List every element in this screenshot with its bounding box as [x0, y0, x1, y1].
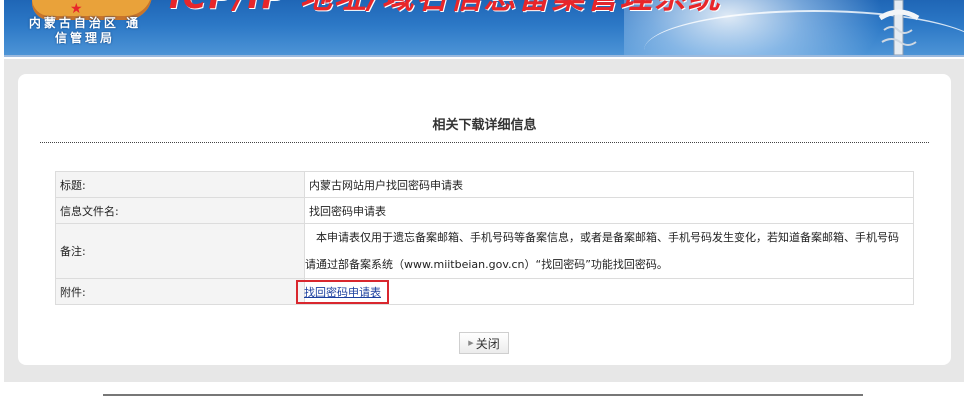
huabiao-pillar-icon	[878, 0, 920, 55]
main-area: 相关下载详细信息 标题: 内蒙古网站用户找回密码申请表 信息文件名: 找回密码申…	[4, 59, 964, 382]
panel-title: 相关下载详细信息	[432, 118, 537, 133]
table-row-file-name: 信息文件名: 找回密码申请表	[55, 197, 914, 224]
triangle-right-icon: ▶	[468, 339, 474, 347]
note-cell: 本申请表仅用于遗忘备案邮箱、手机号码等备案信息，或者是备案邮箱、手机号码发生变化…	[304, 223, 914, 279]
org-name: 内蒙古自治区 通信管理局	[28, 16, 142, 45]
system-title: ICP/IP 地址/域名信息备案管理系统	[169, 0, 722, 14]
attachment-cell: 找回密码申请表	[296, 278, 914, 305]
star-icon: ★	[70, 1, 83, 17]
close-button[interactable]: ▶ 关闭	[459, 332, 509, 354]
table-row-title: 标题: 内蒙古网站用户找回密码申请表	[55, 171, 914, 198]
attachment-label: 附件:	[55, 278, 305, 305]
file-name-label: 信息文件名:	[55, 197, 305, 224]
detail-panel: 相关下载详细信息 标题: 内蒙古网站用户找回密码申请表 信息文件名: 找回密码申…	[18, 74, 951, 365]
close-button-label: 关闭	[475, 336, 500, 351]
attachment-highlight-box: 找回密码申请表	[296, 279, 389, 304]
table-row-note: 备注: 本申请表仅用于遗忘备案邮箱、手机号码等备案信息，或者是备案邮箱、手机号码…	[55, 223, 914, 279]
attachment-download-link[interactable]: 找回密码申请表	[304, 286, 381, 299]
title-label: 标题:	[55, 171, 305, 198]
detail-table: 标题: 内蒙古网站用户找回密码申请表 信息文件名: 找回密码申请表 备注: 本申…	[55, 171, 914, 305]
table-row-attachment: 附件: 找回密码申请表	[55, 278, 914, 305]
note-value: 本申请表仅用于遗忘备案邮箱、手机号码等备案信息，或者是备案邮箱、手机号码发生变化…	[305, 231, 899, 271]
footer-divider	[103, 394, 863, 396]
title-value: 内蒙古网站用户找回密码申请表	[304, 171, 914, 198]
dotted-divider	[40, 142, 929, 143]
header-banner: ★ 内蒙古自治区 通信管理局 ICP/IP 地址/域名信息备案管理系统	[4, 0, 964, 57]
file-name-value: 找回密码申请表	[304, 197, 914, 224]
note-label: 备注:	[55, 223, 305, 279]
